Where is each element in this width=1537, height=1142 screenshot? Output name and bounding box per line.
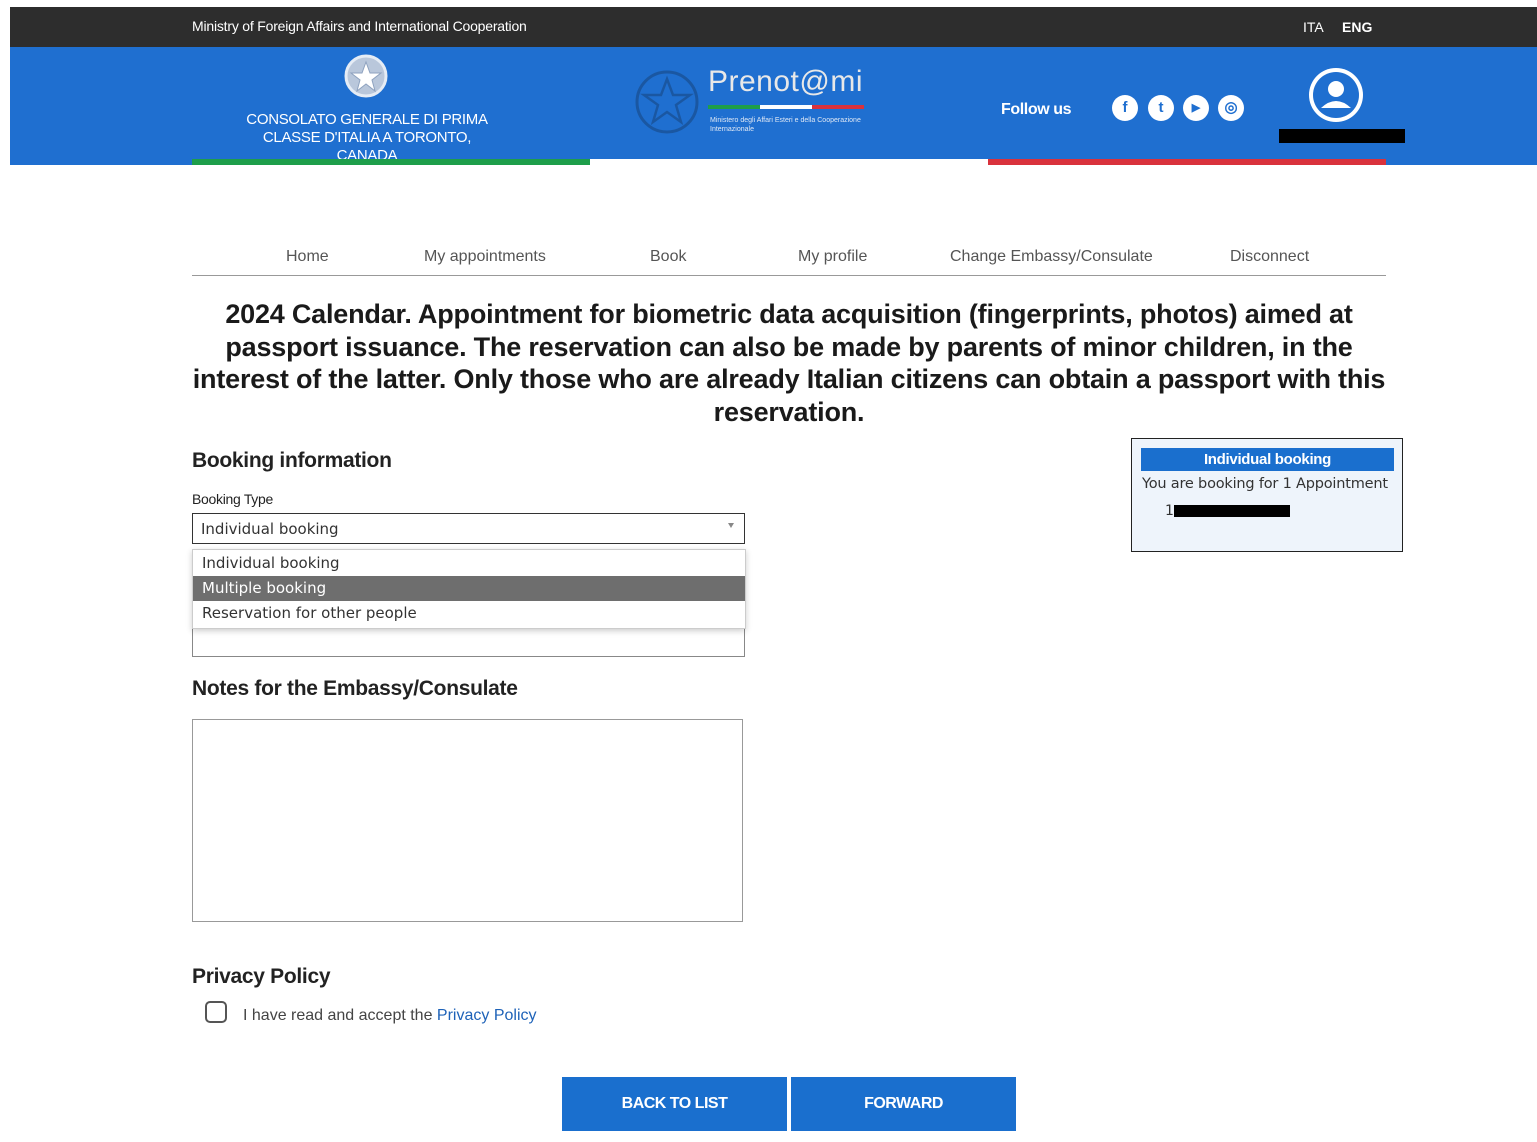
privacy-label: I have read and accept the Privacy Polic… xyxy=(243,1007,537,1025)
booking-type-select[interactable]: Individual booking xyxy=(192,513,745,544)
lang-eng-link[interactable]: ENG xyxy=(1342,19,1372,35)
facebook-icon[interactable]: f xyxy=(1112,95,1138,121)
back-to-list-button[interactable]: BACK TO LIST xyxy=(562,1077,787,1131)
ministry-name: Ministry of Foreign Affairs and Internat… xyxy=(192,18,527,34)
instagram-icon[interactable]: ◎ xyxy=(1218,95,1244,121)
prenotami-logo: Prenot@mi xyxy=(708,65,863,98)
forward-button[interactable]: FORWARD xyxy=(791,1077,1016,1131)
redacted-username xyxy=(1279,129,1405,143)
summary-title: Individual booking xyxy=(1141,448,1394,471)
privacy-policy-link[interactable]: Privacy Policy xyxy=(437,1007,537,1024)
redacted-name xyxy=(1174,505,1290,517)
logo-subtitle: Ministero degli Affari Esteri e della Co… xyxy=(710,117,861,133)
twitter-icon[interactable]: t xyxy=(1148,95,1174,121)
flag-strip xyxy=(192,159,1386,165)
logo-flag-stripe xyxy=(708,105,864,109)
youtube-icon[interactable]: ▶ xyxy=(1183,95,1209,121)
booking-type-label: Booking Type xyxy=(192,491,273,507)
option-reservation-other-people[interactable]: Reservation for other people xyxy=(193,601,745,626)
main-nav: Home My appointments Book My profile Cha… xyxy=(192,240,1386,276)
top-bar: Ministry of Foreign Affairs and Internat… xyxy=(10,7,1537,47)
booking-info-heading: Booking information xyxy=(192,449,392,472)
summary-item-number: 1 xyxy=(1165,503,1174,519)
partially-hidden-field[interactable] xyxy=(192,625,745,657)
booking-type-dropdown: Individual booking Multiple booking Rese… xyxy=(192,549,746,629)
privacy-checkbox[interactable] xyxy=(205,1001,227,1023)
nav-my-appointments[interactable]: My appointments xyxy=(424,248,546,266)
prenotami-emblem-icon xyxy=(635,70,699,134)
option-multiple-booking[interactable]: Multiple booking xyxy=(193,576,745,601)
nav-disconnect[interactable]: Disconnect xyxy=(1230,248,1309,266)
notes-textarea[interactable] xyxy=(192,719,743,922)
follow-us-label: Follow us xyxy=(1001,101,1072,118)
site-header: CONSOLATO GENERALE DI PRIMA CLASSE D'ITA… xyxy=(10,47,1537,165)
privacy-heading: Privacy Policy xyxy=(192,965,331,988)
page-title: 2024 Calendar. Appointment for biometric… xyxy=(192,299,1386,427)
chevron-down-icon xyxy=(728,523,734,528)
notes-heading: Notes for the Embassy/Consulate xyxy=(192,677,518,700)
consulate-name: CONSOLATO GENERALE DI PRIMA CLASSE D'ITA… xyxy=(246,111,488,163)
nav-book[interactable]: Book xyxy=(650,248,686,266)
privacy-label-text: I have read and accept the xyxy=(243,1007,437,1024)
nav-change-embassy[interactable]: Change Embassy/Consulate xyxy=(950,248,1153,266)
nav-home[interactable]: Home xyxy=(286,248,329,266)
booking-summary-box: Individual booking You are booking for 1… xyxy=(1131,438,1403,552)
booking-type-value: Individual booking xyxy=(201,520,339,538)
nav-my-profile[interactable]: My profile xyxy=(798,248,867,266)
option-individual-booking[interactable]: Individual booking xyxy=(193,551,745,576)
summary-text: You are booking for 1 Appointment xyxy=(1142,476,1388,492)
italian-emblem-icon xyxy=(344,54,388,98)
lang-ita-link[interactable]: ITA xyxy=(1303,19,1324,35)
user-avatar-icon[interactable] xyxy=(1309,68,1363,122)
